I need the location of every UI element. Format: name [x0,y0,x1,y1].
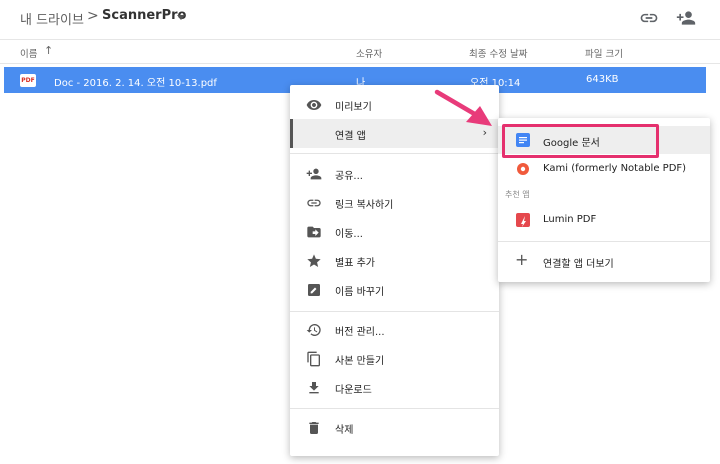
submenu-item-more-apps[interactable]: + 연결할 앱 더보기 [498,247,710,275]
submenu-item-label: 연결할 앱 더보기 [543,259,614,270]
menu-item-label: 이동... [335,229,363,240]
menu-item-rename[interactable]: 이름 바꾸기 [290,275,499,304]
menu-item-move[interactable]: 이동... [290,217,499,246]
menu-item-delete[interactable]: 삭제 [290,413,499,442]
history-icon [306,323,321,336]
menu-item-make-copy[interactable]: 사본 만들기 [290,344,499,373]
menu-item-copy-link[interactable]: 링크 복사하기 [290,188,499,217]
submenu-divider [498,241,710,242]
file-size: 643KB [586,74,619,85]
eye-icon [306,100,322,110]
trash-icon [309,422,319,434]
submenu-item-label: Lumin PDF [543,214,597,225]
breadcrumb-root[interactable]: 내 드라이브 [20,9,84,28]
context-menu: 미리보기 연결 앱 › 공유... 링크 복사하기 이동... 별표 추가 이름… [290,85,499,456]
menu-item-preview[interactable]: 미리보기 [290,90,499,119]
chevron-right-icon: › [482,126,487,139]
top-bar: 내 드라이브 > ScannerPro [0,0,720,40]
menu-item-label: 삭제 [335,425,354,436]
add-person-icon[interactable] [675,8,697,28]
menu-item-download[interactable]: 다운로드 [290,373,499,402]
menu-item-versions[interactable]: 버전 관리... [290,315,499,344]
edit-icon [308,284,320,296]
column-owner[interactable]: 소유자 [356,46,382,60]
link-icon [307,199,321,207]
breadcrumb-current-folder[interactable]: ScannerPro [102,8,186,23]
menu-divider [290,311,499,312]
column-modified[interactable]: 최종 수정 날짜 [469,46,527,60]
recommended-apps-label: 추천 앱 [505,190,530,199]
menu-item-label: 다운로드 [335,385,372,396]
plus-icon: + [515,250,529,269]
breadcrumb-separator: > [87,8,99,24]
menu-divider [290,153,499,154]
menu-item-label: 이름 바꾸기 [335,287,385,298]
menu-divider [290,408,499,409]
chevron-down-icon[interactable] [177,15,185,20]
submenu-item-label: Kami (formerly Notable PDF) [543,163,687,174]
drive-window: 내 드라이브 > ScannerPro 이름 ↑ 소유자 최종 수정 날짜 파일… [0,0,720,464]
menu-item-add-star[interactable]: 별표 추가 [290,246,499,275]
column-name[interactable]: 이름 [20,46,37,60]
menu-item-label: 미리보기 [335,102,372,113]
star-icon [307,254,321,267]
download-icon [309,382,319,394]
menu-item-open-with[interactable]: 연결 앱 › [290,119,499,148]
file-name: Doc - 2016. 2. 14. 오전 10-13.pdf [54,78,217,89]
kami-icon [517,163,529,175]
menu-item-label: 사본 만들기 [335,356,385,367]
menu-item-label: 연결 앱 [335,131,366,142]
lumin-pdf-icon [516,213,530,227]
column-header: 이름 ↑ 소유자 최종 수정 날짜 파일 크기 [0,40,720,64]
submenu-item-lumin-pdf[interactable]: Lumin PDF [498,206,710,234]
menu-item-label: 별표 추가 [335,258,375,269]
menu-item-label: 버전 관리... [335,327,385,338]
pdf-file-icon: PDF [20,74,36,87]
menu-item-share[interactable]: 공유... [290,159,499,188]
copy-icon [307,351,320,367]
menu-item-label: 공유... [335,171,363,182]
add-person-icon [306,168,322,180]
folder-move-icon [307,226,321,238]
column-size[interactable]: 파일 크기 [585,46,623,60]
link-icon[interactable] [638,8,660,28]
sort-arrow-up-icon[interactable]: ↑ [44,44,53,57]
submenu-item-kami[interactable]: Kami (formerly Notable PDF) [498,155,710,183]
menu-item-label: 링크 복사하기 [335,200,394,211]
annotation-highlight-box [502,124,659,158]
